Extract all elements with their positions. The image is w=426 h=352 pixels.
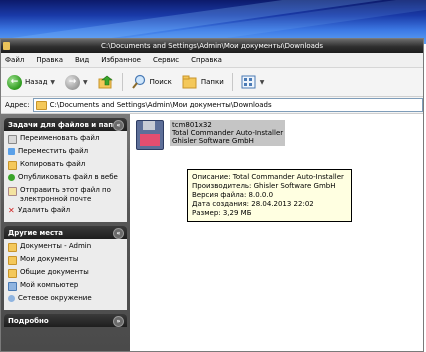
back-arrow-icon: ← [7,74,22,90]
place-documents-admin[interactable]: Документы - Admin [8,242,123,253]
menu-help[interactable]: Справка [191,56,222,64]
task-label: Переименовать файл [20,134,100,142]
file-name: tcm801x32 [172,121,212,129]
address-bar: Адрес: C:\Documents and Settings\Admin\М… [1,97,423,114]
menu-file[interactable]: Файл [5,56,24,64]
tooltip-version: Версия файла: 8.0.0.0 [192,191,274,199]
toolbar: ← Назад ▼ → ▼ Поиск Папки ▼ [1,68,423,97]
file-company: Ghisler Software GmbH [172,137,254,145]
search-label: Поиск [149,78,172,86]
panel-title: Подробно [8,316,49,325]
chevron-down-icon: ▼ [83,78,88,86]
folder-icon [8,256,17,265]
place-my-documents[interactable]: Мои документы [8,255,123,266]
search-icon [131,74,145,89]
explorer-window: C:\Documents and Settings\Admin\Мои доку… [0,38,424,352]
mail-icon [8,187,17,196]
place-network[interactable]: Сетевое окружение [8,294,123,305]
collapse-icon[interactable]: « [113,228,124,239]
task-rename[interactable]: Переименовать файл [8,134,123,145]
tooltip-date: Дата создания: 28.04.2013 22:02 [192,200,314,208]
place-my-computer[interactable]: Мой компьютер [8,281,123,292]
menu-bar: Файл Правка Вид Избранное Сервис Справка [1,53,423,68]
network-icon [8,295,15,302]
forward-button[interactable]: → ▼ [63,72,90,92]
folder-icon [8,243,17,252]
file-label: tcm801x32 Total Commander Auto-Installer… [170,120,286,146]
copy-icon [8,161,17,170]
file-tasks-body: Переименовать файл Переместить файл Копи… [4,131,127,222]
chevron-down-icon: ▼ [259,78,265,86]
back-button[interactable]: ← Назад ▼ [5,72,57,92]
file-description: Total Commander Auto-Installer [172,129,284,137]
task-label: Переместить файл [18,147,89,155]
details-header[interactable]: Подробно » [4,314,127,327]
tooltip-company: Производитель: Ghisler Software GmbH [192,182,336,190]
place-label: Мои документы [20,255,79,263]
chevron-down-icon: ▼ [50,78,56,86]
task-pane: Задачи для файлов и папок « Переименоват… [1,114,130,351]
task-publish[interactable]: Опубликовать файл в вебе [8,173,123,184]
views-button[interactable]: ▼ [239,72,267,92]
task-label: Копировать файл [20,160,86,168]
folders-button[interactable]: Папки [180,72,226,92]
menu-view[interactable]: Вид [75,56,89,64]
address-value: C:\Documents and Settings\Admin\Мои доку… [49,101,272,109]
task-label: Удалить файл [18,206,71,214]
forward-arrow-icon: → [65,74,81,90]
folder-icon [8,269,17,278]
tooltip-size: Размер: 3,29 МБ [192,209,252,217]
collapse-icon[interactable]: « [113,120,124,131]
folders-icon [182,75,197,89]
title-bar[interactable]: C:\Documents and Settings\Admin\Мои доку… [1,39,423,53]
expand-icon[interactable]: » [113,316,124,327]
file-view: tcm801x32 Total Commander Auto-Installer… [130,114,423,351]
task-email[interactable]: Отправить этот файл по электронной почте [8,186,123,204]
menu-edit[interactable]: Правка [36,56,63,64]
task-label: Отправить этот файл по электронной почте [20,186,111,203]
place-label: Сетевое окружение [18,294,92,302]
computer-icon [8,282,17,291]
folder-icon [3,42,10,50]
place-label: Документы - Admin [20,242,92,250]
menu-tools[interactable]: Сервис [153,56,179,64]
panel-title: Другие места [8,228,63,237]
window-title: C:\Documents and Settings\Admin\Мои доку… [100,42,324,50]
place-shared-documents[interactable]: Общие документы [8,268,123,279]
task-copy[interactable]: Копировать файл [8,160,123,171]
globe-icon [8,174,15,181]
move-icon [8,148,15,155]
toolbar-separator [231,73,233,91]
up-button[interactable] [96,72,116,92]
other-places-header[interactable]: Другие места « [4,226,127,239]
place-label: Мой компьютер [20,281,79,289]
folders-label: Папки [200,78,224,86]
task-move[interactable]: Переместить файл [8,147,123,158]
toolbar-separator [121,73,123,91]
rename-icon [8,135,17,144]
installer-icon [136,120,164,150]
search-button[interactable]: Поиск [129,72,174,92]
folder-up-icon [98,75,113,89]
address-input[interactable]: C:\Documents and Settings\Admin\Мои доку… [32,98,423,112]
file-tasks-header[interactable]: Задачи для файлов и папок « [4,118,127,131]
tooltip-description: Описание: Total Commander Auto-Installer [192,173,344,181]
views-icon [241,75,256,89]
place-label: Общие документы [20,268,89,276]
address-label: Адрес: [5,101,30,109]
menu-favorites[interactable]: Избранное [101,56,141,64]
file-info-tooltip: Описание: Total Commander Auto-Installer… [187,169,352,222]
other-places-body: Документы - Admin Мои документы Общие до… [4,239,127,310]
folder-icon [35,100,47,110]
other-places-panel: Другие места « Документы - Admin Мои док… [4,226,127,310]
file-tasks-panel: Задачи для файлов и папок « Переименоват… [4,118,127,222]
details-panel: Подробно » [4,314,127,327]
file-item[interactable]: tcm801x32 Total Commander Auto-Installer… [136,120,286,150]
task-delete[interactable]: ✕ Удалить файл [8,206,123,217]
delete-icon: ✕ [8,206,15,215]
task-label: Опубликовать файл в вебе [18,173,118,181]
back-label: Назад [25,78,48,86]
panel-title: Задачи для файлов и папок [8,120,123,129]
